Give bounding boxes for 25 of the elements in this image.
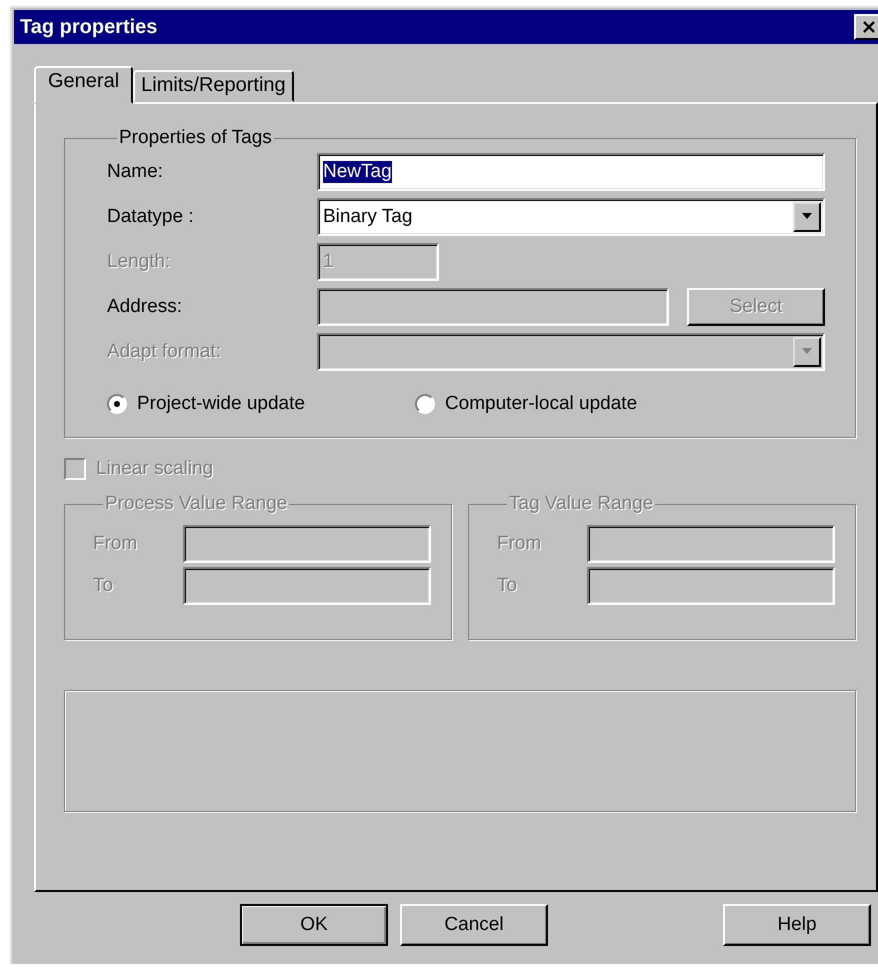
dropdown-field[interactable]: Binary Tag — [317, 198, 825, 236]
radio-button[interactable] — [107, 394, 127, 414]
dialog-button[interactable]: Help — [723, 904, 871, 946]
input-field: 1 — [317, 242, 439, 281]
tab[interactable]: General — [34, 66, 134, 104]
field-label: Name: — [107, 160, 164, 183]
window-title: Tag properties — [19, 16, 158, 38]
field-label: To — [93, 574, 114, 597]
dialog-button[interactable]: Cancel — [400, 904, 548, 946]
field-label: From — [497, 532, 542, 555]
field-label: Datatype : — [107, 206, 195, 228]
close-button[interactable] — [854, 14, 878, 40]
radio-option[interactable]: Computer-local update — [414, 392, 638, 415]
close-icon — [862, 21, 876, 33]
tab[interactable]: Limits/Reporting — [133, 70, 294, 102]
field-label: Length: — [107, 250, 172, 273]
radio-button[interactable] — [414, 394, 435, 414]
input-field[interactable]: NewTag — [317, 152, 825, 191]
field-label: Address: — [107, 296, 183, 318]
radio-option[interactable]: Project-wide update — [107, 392, 305, 415]
field-label: From — [93, 532, 138, 555]
dialog-button[interactable]: OK — [240, 904, 388, 946]
group-title: Tag Value Range — [507, 494, 656, 515]
field-label: Adapt format: — [107, 340, 222, 363]
field-label: To — [497, 574, 518, 597]
